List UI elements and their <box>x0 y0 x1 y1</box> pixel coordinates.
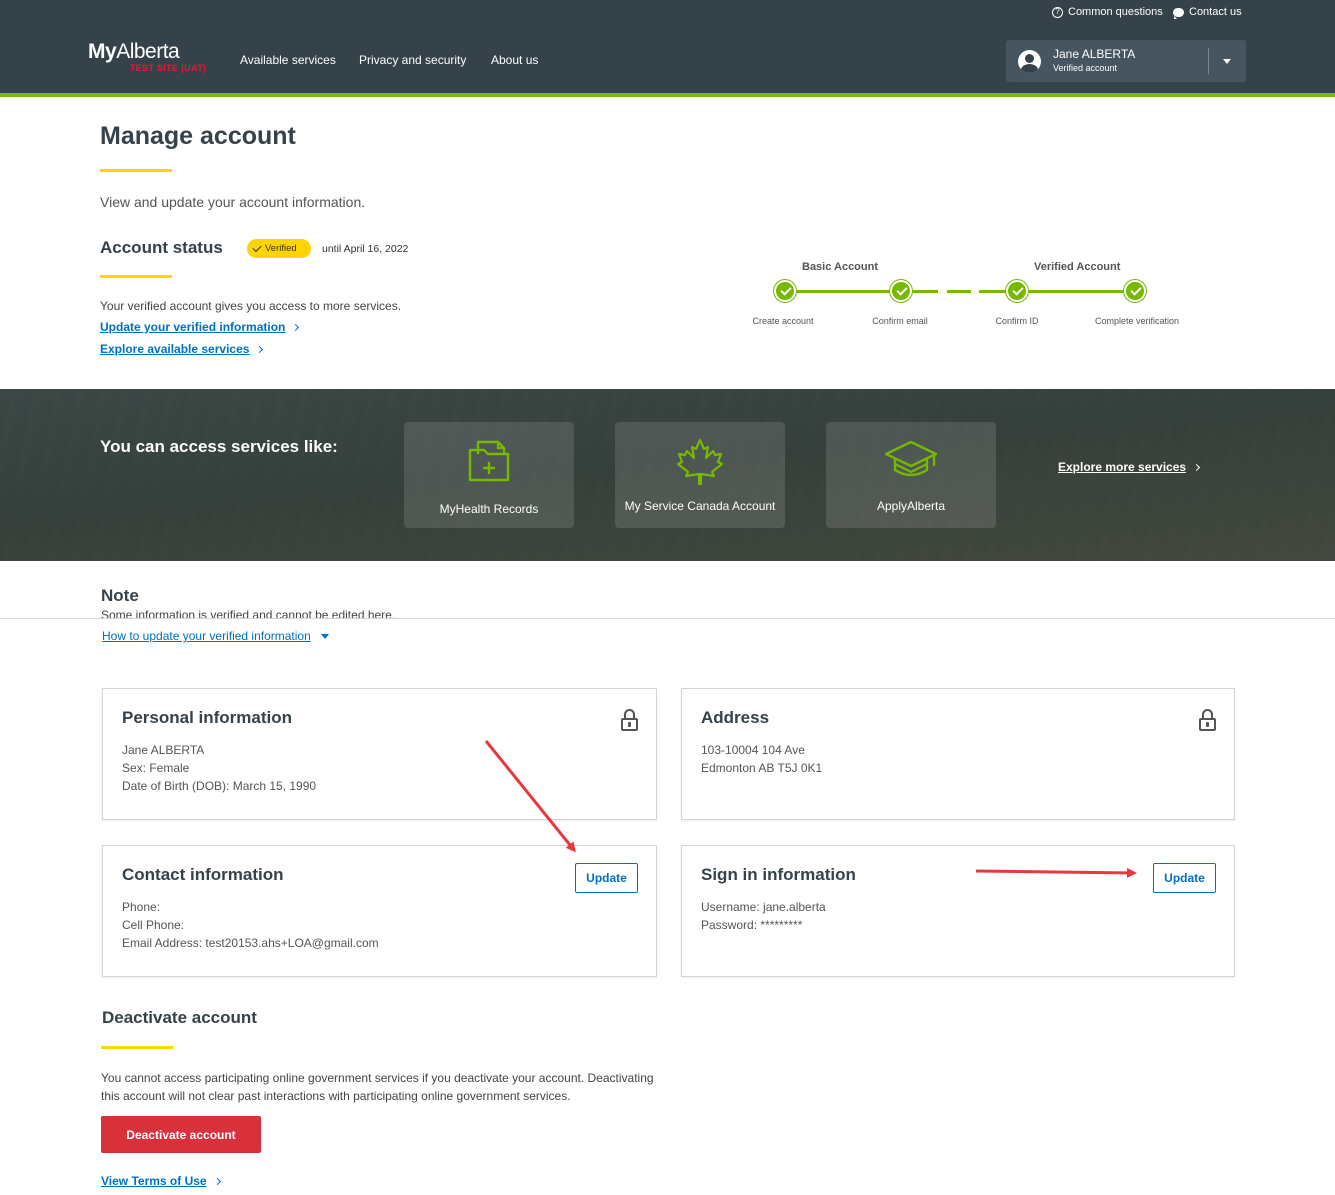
address-line-1: 103-10004 104 Ave <box>701 743 805 757</box>
title-underline <box>100 169 172 172</box>
service-card-service-canada[interactable]: My Service Canada Account <box>615 422 785 528</box>
deactivate-account-button[interactable]: Deactivate account <box>101 1116 261 1153</box>
contact-info-title: Contact information <box>122 865 284 884</box>
contact-email: Email Address: test20153.ahs+LOA@gmail.c… <box>122 936 379 950</box>
sign-in-password: Password: ********* <box>701 918 803 932</box>
divider <box>0 618 1335 619</box>
account-status-heading: Account status <box>100 238 223 257</box>
tracker-line <box>785 290 938 293</box>
sign-in-username: Username: jane.alberta <box>701 900 826 914</box>
graduation-cap-icon <box>884 440 938 477</box>
explore-more-services-link[interactable]: Explore more services <box>1058 460 1201 474</box>
lock-icon <box>1199 709 1216 731</box>
address-card: Address 103-10004 104 Ave Edmonton AB T5… <box>681 688 1235 820</box>
test-site-label: TEST SITE (UAT) <box>130 63 207 73</box>
page-subtitle: View and update your account information… <box>100 194 366 210</box>
user-menu[interactable]: Jane ALBERTA Verified account <box>1006 40 1246 82</box>
chevron-right-icon <box>213 1177 221 1185</box>
personal-information-card: Personal information Jane ALBERTA Sex: F… <box>102 688 657 820</box>
contact-cell: Cell Phone: <box>122 918 185 932</box>
question-circle-icon: ? <box>1052 6 1063 18</box>
personal-info-title: Personal information <box>122 708 293 727</box>
medical-folder-icon <box>468 440 510 482</box>
verified-badge: Verified <box>247 239 311 258</box>
nav-privacy-security[interactable]: Privacy and security <box>359 53 466 67</box>
step-confirm-email-check-icon <box>890 280 912 302</box>
sign-in-information-card: Sign in information Update Username: jan… <box>681 845 1235 977</box>
contact-us-link[interactable]: Contact us <box>1173 6 1242 19</box>
step-label: Complete verification <box>1094 316 1180 326</box>
verified-until: until April 16, 2022 <box>322 243 409 255</box>
tracker-line <box>979 290 1135 293</box>
contact-phone: Phone: <box>122 900 161 914</box>
step-create-account-check-icon <box>774 280 796 302</box>
user-account-status: Verified account <box>1053 63 1118 73</box>
terms-of-use-link[interactable]: View Terms of Use <box>101 1174 221 1188</box>
chevron-right-icon <box>1193 463 1201 471</box>
personal-dob: Date of Birth (DOB): March 15, 1990 <box>122 779 317 793</box>
step-label: Confirm email <box>872 316 928 326</box>
sign-in-title: Sign in information <box>701 865 856 884</box>
step-complete-verification-check-icon <box>1124 280 1146 302</box>
site-header: MyAlberta TEST SITE (UAT) Available serv… <box>0 27 1335 97</box>
utility-bar: ? Common questions Contact us <box>0 0 1335 27</box>
divider <box>1208 48 1209 74</box>
user-avatar-icon <box>1018 50 1041 73</box>
status-underline <box>100 275 172 278</box>
tracker-line-gap <box>947 290 971 293</box>
deactivate-description: You cannot access participating online g… <box>101 1071 654 1103</box>
services-heading: You can access services like: <box>100 437 338 456</box>
service-card-myhealth[interactable]: MyHealth Records <box>404 422 574 528</box>
update-contact-button[interactable]: Update <box>575 863 638 893</box>
services-banner: You can access services like: MyHealth R… <box>0 389 1335 561</box>
maple-leaf-icon <box>676 438 724 486</box>
tracker-basic-title: Basic Account <box>802 261 879 273</box>
note-text: Some information is verified and cannot … <box>101 608 396 618</box>
chat-bubble-icon <box>1173 7 1184 19</box>
update-sign-in-button[interactable]: Update <box>1153 863 1216 893</box>
explore-services-link[interactable]: Explore available services <box>100 342 264 356</box>
update-verified-info-link[interactable]: Update your verified information <box>100 320 300 334</box>
address-line-2: Edmonton AB T5J 0K1 <box>701 761 823 775</box>
how-to-update-link[interactable]: How to update your verified information <box>102 629 329 643</box>
nav-about-us[interactable]: About us <box>491 53 538 67</box>
page-title: Manage account <box>100 122 296 150</box>
step-label: Create account <box>752 316 814 326</box>
personal-name: Jane ALBERTA <box>122 743 205 757</box>
deactivate-underline <box>101 1046 173 1049</box>
address-title: Address <box>701 708 770 727</box>
contact-information-card: Contact information Update Phone: Cell P… <box>102 845 657 977</box>
chevron-right-icon <box>256 345 264 353</box>
check-icon <box>252 242 262 252</box>
personal-sex: Sex: Female <box>122 761 190 775</box>
lock-icon <box>621 709 638 731</box>
chevron-right-icon <box>292 323 300 331</box>
service-card-applyalberta[interactable]: ApplyAlberta <box>826 422 996 528</box>
step-label: Confirm ID <box>995 316 1039 326</box>
tracker-verified-title: Verified Account <box>1034 261 1121 273</box>
status-description: Your verified account gives you access t… <box>100 299 402 313</box>
user-name: Jane ALBERTA <box>1053 47 1136 61</box>
caret-down-icon <box>320 633 329 639</box>
chevron-down-icon[interactable] <box>1223 59 1231 64</box>
deactivate-heading: Deactivate account <box>102 1008 257 1027</box>
myalberta-logo[interactable]: MyAlberta TEST SITE (UAT) <box>88 40 206 73</box>
note-heading: Note <box>101 586 139 605</box>
step-confirm-id-check-icon <box>1006 280 1028 302</box>
common-questions-link[interactable]: ? Common questions <box>1052 6 1163 18</box>
nav-available-services[interactable]: Available services <box>240 53 336 67</box>
